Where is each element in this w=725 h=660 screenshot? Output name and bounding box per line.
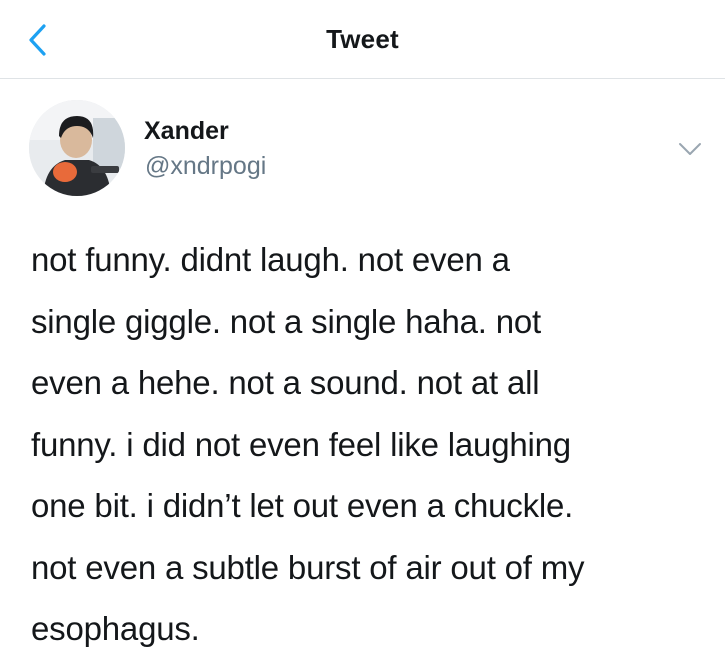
avatar[interactable] — [29, 100, 125, 196]
page-title: Tweet — [326, 24, 399, 54]
navigation-bar: Tweet — [0, 0, 725, 79]
tweet-text: not funny. didnt laugh. not even a singl… — [31, 241, 585, 647]
tweet-menu-button[interactable] — [677, 138, 703, 160]
author-name[interactable]: Xander — [144, 117, 229, 146]
chevron-down-icon — [679, 143, 701, 155]
avatar-image — [29, 100, 125, 196]
author-handle[interactable]: @xndrpogi — [145, 152, 266, 181]
